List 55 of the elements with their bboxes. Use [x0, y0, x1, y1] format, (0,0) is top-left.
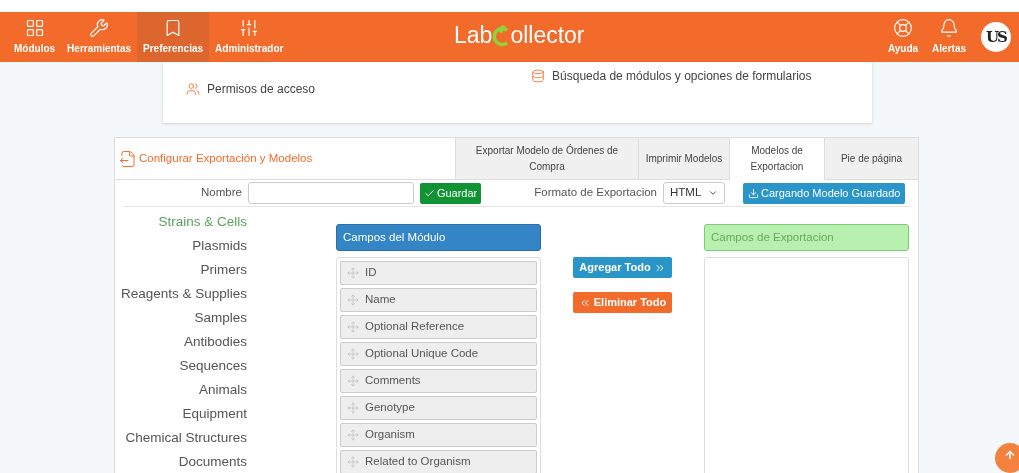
users-icon — [186, 82, 200, 96]
chevron-down-icon — [708, 188, 718, 198]
column-header: Campos del Módulo — [336, 224, 541, 251]
module-item[interactable]: Animals — [199, 378, 247, 402]
panel-title: Configurar Exportación y Modelos — [115, 138, 455, 179]
format-select[interactable]: HTML — [663, 182, 725, 204]
move-icon — [347, 429, 359, 441]
field-item[interactable]: Related to Organism — [340, 450, 537, 473]
field-item[interactable]: Name — [340, 288, 537, 312]
field-item[interactable]: Organism — [340, 423, 537, 447]
sliders-icon — [239, 18, 260, 38]
module-item[interactable]: Samples — [194, 306, 247, 330]
download-icon — [748, 187, 759, 199]
move-icon — [347, 294, 359, 306]
export-drop-area[interactable] — [704, 257, 909, 473]
tab[interactable]: Exportar Modelo de Órdenes de Compra — [455, 138, 638, 179]
module-item[interactable]: Documents — [178, 450, 247, 473]
module-item[interactable]: Reagents & Supplies — [120, 282, 247, 306]
module-item[interactable]: Equipment — [182, 402, 247, 426]
check-icon — [423, 187, 435, 199]
avatar[interactable]: US — [981, 22, 1011, 52]
file-export-icon — [119, 149, 137, 168]
column-header: Campos de Exportacion — [704, 224, 909, 251]
grid-icon — [24, 18, 45, 38]
field-item[interactable]: Comments — [340, 369, 537, 393]
field-label: Formato de Exportacion — [534, 185, 657, 201]
move-icon — [347, 348, 359, 360]
module-item[interactable]: Chemical Structures — [125, 426, 247, 450]
module-item[interactable]: Sequences — [179, 354, 247, 378]
move-icon — [347, 321, 359, 333]
wrench-icon — [89, 18, 110, 38]
move-icon — [347, 267, 359, 279]
scroll-top-button[interactable] — [995, 443, 1019, 473]
arrow-up-icon — [1004, 449, 1016, 461]
move-icon — [347, 375, 359, 387]
field-item[interactable]: ID — [340, 261, 537, 285]
module-item[interactable]: Plasmids — [192, 234, 247, 258]
move-icon — [347, 402, 359, 414]
tab[interactable]: Imprimir Modelos — [638, 138, 729, 179]
tab[interactable]: Pie de página — [824, 138, 918, 179]
bell-icon — [939, 18, 960, 38]
tab[interactable]: Modelos de Exportacion — [729, 138, 824, 180]
help-icon — [893, 18, 913, 38]
module-item[interactable]: Primers — [200, 258, 247, 282]
menu-item[interactable]: Permisos de acceso — [186, 80, 316, 98]
module-item[interactable]: Antibodies — [183, 330, 247, 354]
move-icon — [347, 456, 359, 468]
field-item[interactable]: Optional Reference — [340, 315, 537, 339]
menu-item[interactable]: Búsqueda de módulos y opciones de formularios — [531, 67, 812, 85]
database-icon — [531, 69, 546, 83]
field-item[interactable]: Optional Unique Code — [340, 342, 537, 366]
save-button[interactable]: Guardar — [419, 182, 482, 204]
field-item[interactable]: Genotype — [340, 396, 537, 420]
field-label: Nombre — [201, 185, 242, 201]
name-field[interactable] — [247, 182, 414, 204]
